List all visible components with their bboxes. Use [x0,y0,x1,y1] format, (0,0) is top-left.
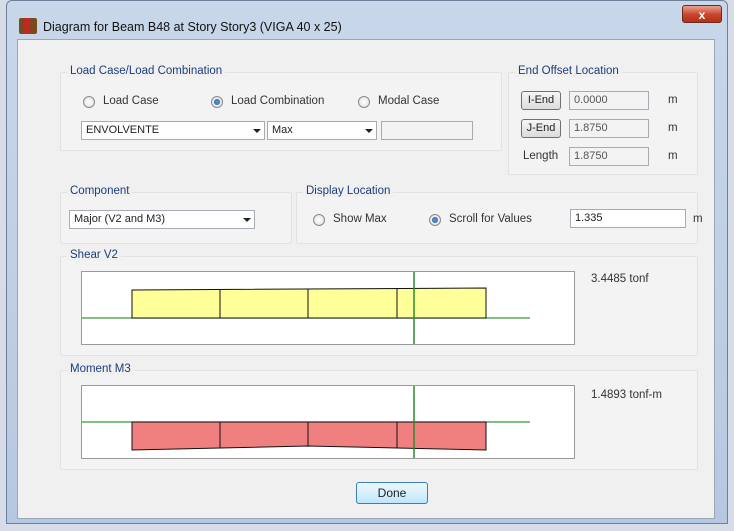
moment-value-label: 1.4893 tonf-m [591,389,662,401]
location-unit: m [693,213,703,225]
scroll-for-values-radio-label: Scroll for Values [449,213,532,225]
envelope-type-select-value: Max [272,124,293,136]
step-field[interactable] [381,121,473,140]
j-end-field: 1.8750 [569,119,649,138]
load-combination-radio[interactable] [211,96,223,108]
load-combination-select[interactable]: ENVOLVENTE [81,121,265,140]
moment-group-title: Moment M3 [67,363,134,375]
show-max-radio[interactable] [313,214,325,226]
length-label: Length [523,150,559,162]
shear-fill [131,287,487,319]
title-bar[interactable]: Diagram for Beam B48 at Story Story3 (VI… [7,1,727,35]
shear-diagram[interactable] [81,271,575,345]
load-case-group-title: Load Case/Load Combination [67,65,226,77]
shear-group-title: Shear V2 [67,249,121,261]
show-max-radio-label: Show Max [333,213,387,225]
close-button[interactable]: x [682,5,722,23]
done-button[interactable]: Done [356,482,428,504]
shear-value-label: 3.4485 tonf [591,273,649,285]
dialog-window: Diagram for Beam B48 at Story Story3 (VI… [6,0,728,524]
moment-diagram-svg [82,386,530,458]
end-offset-group-title: End Offset Location [515,65,622,77]
shear-diagram-svg [82,272,530,344]
component-select[interactable]: Major (V2 and M3) [69,210,255,229]
moment-fill [131,421,487,451]
chevron-down-icon [253,129,261,133]
chevron-down-icon [243,218,251,222]
dialog-body: Load Case/Load Combination Load Case Loa… [17,39,715,519]
envelope-type-select[interactable]: Max [267,121,377,140]
display-location-group-title: Display Location [303,185,394,197]
display-location-group: Display Location Show Max Scroll for Val… [296,185,703,244]
component-group: Component Major (V2 and M3) [60,185,292,244]
modal-case-radio[interactable] [358,96,370,108]
load-combination-select-value: ENVOLVENTE [86,124,160,136]
i-end-field: 0.0000 [569,91,649,110]
j-end-button[interactable]: J-End [521,119,561,138]
scroll-for-values-radio[interactable] [429,214,441,226]
app-icon [19,18,37,34]
location-value-input[interactable]: 1.335 [570,209,686,228]
i-end-unit: m [668,94,678,106]
j-end-unit: m [668,122,678,134]
moment-diagram[interactable] [81,385,575,459]
moment-group: Moment M3 1.4893 tonf-m [60,363,698,470]
chevron-down-icon [365,129,373,133]
window-title: Diagram for Beam B48 at Story Story3 (VI… [43,20,342,34]
end-offset-group: End Offset Location I-End 0.0000 m J-End… [508,65,698,175]
component-group-title: Component [67,185,133,197]
i-end-button[interactable]: I-End [521,91,561,110]
load-case-group: Load Case/Load Combination Load Case Loa… [60,65,502,151]
modal-case-radio-label: Modal Case [378,95,440,107]
load-case-radio-label: Load Case [103,95,159,107]
shear-group: Shear V2 3.4485 tonf [60,249,698,356]
length-field: 1.8750 [569,147,649,166]
load-combination-radio-label: Load Combination [231,95,325,107]
length-unit: m [668,150,678,162]
load-case-radio[interactable] [83,96,95,108]
component-select-value: Major (V2 and M3) [74,213,166,225]
